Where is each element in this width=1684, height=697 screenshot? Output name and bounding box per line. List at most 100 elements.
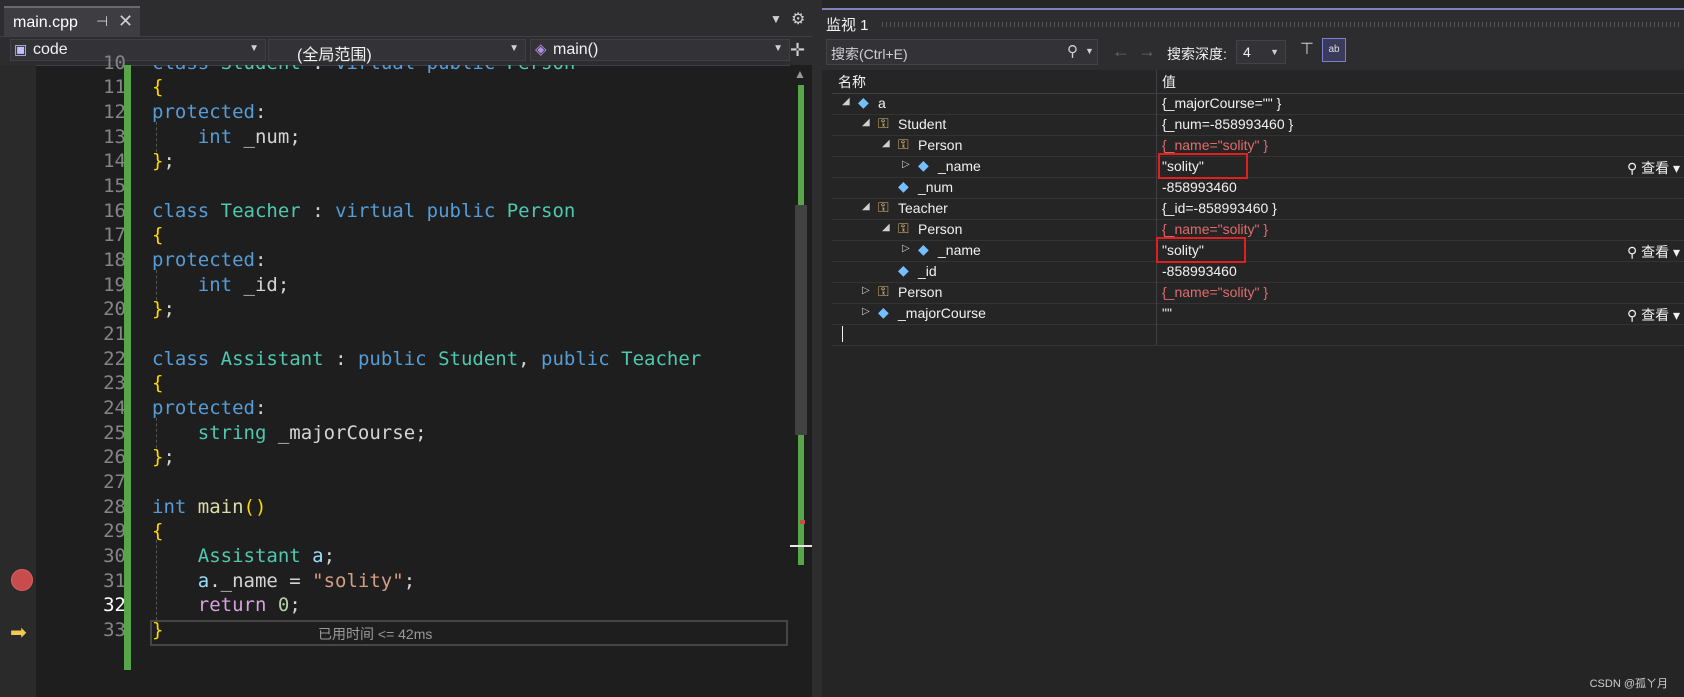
text-visualizer-button[interactable]: ⚲ 查看 ▾ [1627, 242, 1680, 262]
token: a [312, 545, 324, 567]
collapse-arrow-icon[interactable]: ◢ [862, 117, 870, 128]
code-line-24: protected: [152, 395, 266, 421]
watch-grid-header: 名称 值 [832, 70, 1684, 94]
arrow-right-icon[interactable]: → [1138, 41, 1156, 62]
collapse-arrow-icon[interactable]: ◢ [882, 138, 890, 149]
token: : [312, 65, 323, 74]
change-tracking-bar [124, 65, 131, 670]
token: int [197, 126, 233, 148]
watch-row[interactable]: ▷ ⚿ Person {_name="solity" } [832, 282, 1684, 304]
line-number: 24 [103, 397, 126, 419]
token: ._name = [209, 570, 313, 592]
code-line-22: class Assistant : public Student, public… [152, 346, 701, 372]
column-header-name[interactable]: 名称 [838, 72, 866, 92]
token: { [152, 520, 164, 542]
token: ; [403, 570, 416, 592]
code-line-19: int _id; [152, 272, 290, 298]
add-watch-row[interactable] [832, 324, 1684, 346]
expand-arrow-icon[interactable]: ▷ [862, 306, 870, 317]
search-depth-select[interactable]: 4 ▼ [1236, 40, 1286, 64]
pin-icon[interactable]: ⊣ [96, 13, 108, 30]
split-icon[interactable]: ✛ [790, 40, 805, 61]
watch-row[interactable]: ▷ ◆ _name "solity" ⚲ 查看 ▾ [832, 240, 1684, 262]
watermark: CSDN @孤ㄚ月 [1589, 678, 1668, 690]
scope-label: (全局范围) [297, 47, 372, 64]
line-number-current: 32 [103, 594, 126, 616]
code-line-14: }; [152, 148, 175, 174]
column-divider [1156, 156, 1157, 177]
token: virtual [335, 65, 415, 74]
watch-row-value: {_name="solity" } [1162, 137, 1269, 153]
code-line-30: Assistant a; [152, 543, 335, 569]
expand-arrow-icon[interactable]: ▷ [862, 285, 870, 296]
watch-search-input[interactable]: 搜索(Ctrl+E) ⚲ ▼ [826, 39, 1098, 65]
expand-arrow-icon[interactable]: ▷ [902, 243, 910, 254]
watch-row[interactable]: ◢ ◆ a {_majorCourse="" } [832, 93, 1684, 115]
scrollbar-caret-marker [790, 545, 812, 547]
watch-title-bar[interactable]: 监视 1 [822, 8, 1684, 36]
column-divider[interactable] [1156, 70, 1157, 93]
watch-row[interactable]: ◆ _num -858993460 [832, 177, 1684, 199]
code-line-33: } [152, 617, 163, 643]
token: Teacher [621, 348, 702, 370]
perf-tip-elapsed: 已用时间 <= 42ms [318, 626, 433, 642]
breakpoint-icon[interactable] [11, 569, 33, 591]
close-icon[interactable]: ✕ [118, 11, 133, 32]
token: Assistant [220, 348, 324, 370]
scroll-up-arrow-icon[interactable]: ▲ [794, 67, 806, 81]
watch-row[interactable]: ◢ ⚿ Teacher {_id=-858993460 } [832, 198, 1684, 220]
title-grip [882, 22, 1682, 27]
document-tab-strip: main.cpp ⊣ ✕ ▼ ⚙ [0, 0, 812, 41]
variable-icon: ◆ [858, 94, 869, 110]
code-line-16: class Teacher : virtual public Person [152, 198, 575, 224]
column-header-value[interactable]: 值 [1162, 72, 1176, 92]
line-number: 26 [103, 446, 126, 468]
watch-toolbar: 搜索(Ctrl+E) ⚲ ▼ ← → 搜索深度: 4 ▼ ⊤ ab [822, 36, 1684, 70]
expand-arrow-icon[interactable]: ▷ [902, 159, 910, 170]
arrow-left-icon[interactable]: ← [1112, 41, 1130, 62]
scope-dropdown[interactable]: (全局范围) ▼ [268, 39, 526, 64]
code-text-area[interactable]: ∨ ∨ ∨ ∨ class Student : virtual public P… [152, 65, 792, 697]
chevron-down-icon[interactable]: ▼ [770, 12, 782, 26]
chevron-down-icon[interactable]: ▼ [1085, 46, 1094, 56]
code-line-25: string _majorCourse; [152, 420, 427, 446]
token: : [254, 101, 267, 123]
chevron-down-icon: ▼ [249, 43, 259, 54]
text-visualizer-button[interactable]: ⚲ 查看 ▾ [1627, 305, 1680, 325]
function-dropdown[interactable]: ◈ main() ▼ [530, 39, 790, 61]
line-number: 30 [103, 545, 126, 567]
token: string [197, 422, 267, 444]
token: } [152, 150, 164, 172]
line-number: 12 [103, 101, 126, 123]
scrollbar-thumb[interactable] [795, 205, 807, 435]
indicator-margin[interactable] [0, 65, 36, 697]
pin-icon[interactable]: ⊤ [1300, 39, 1314, 59]
watch-row[interactable]: ◢ ⚿ Student {_num=-858993460 } [832, 114, 1684, 136]
watch-row[interactable]: ▷ ◆ _name "solity" ⚲ 查看 ▾ [832, 156, 1684, 178]
watch-row[interactable]: ◢ ⚿ Person {_name="solity" } [832, 219, 1684, 241]
function-label: main() [553, 41, 599, 58]
text-caret [842, 326, 843, 342]
pane-splitter[interactable] [812, 0, 822, 697]
text-visualizer-button[interactable]: ⚲ 查看 ▾ [1627, 158, 1680, 178]
token: () [243, 496, 267, 518]
collapse-arrow-icon[interactable]: ◢ [862, 201, 870, 212]
hex-display-toggle-icon[interactable]: ab [1322, 38, 1346, 62]
editor-vertical-scrollbar[interactable]: ▲ [790, 65, 812, 697]
tab-title: main.cpp [13, 14, 78, 31]
watch-row[interactable]: ▷ ◆ _majorCourse "" ⚲ 查看 ▾ [832, 303, 1684, 325]
collapse-arrow-icon[interactable]: ◢ [882, 222, 890, 233]
watch-row-value: {_majorCourse="" } [1162, 95, 1282, 111]
search-icon[interactable]: ⚲ [1067, 42, 1078, 60]
token: : [254, 249, 267, 271]
line-number: 15 [103, 175, 126, 197]
watch-row[interactable]: ◆ _id -858993460 [832, 261, 1684, 283]
chevron-down-icon: ▼ [509, 43, 519, 54]
token: ; [163, 446, 175, 468]
token: Person [507, 65, 576, 74]
token: } [152, 619, 164, 641]
collapse-arrow-icon[interactable]: ◢ [842, 96, 850, 107]
gear-icon[interactable]: ⚙ [791, 9, 805, 29]
watch-row[interactable]: ◢ ⚿ Person {_name="solity" } [832, 135, 1684, 157]
line-number: 33 [103, 619, 126, 641]
